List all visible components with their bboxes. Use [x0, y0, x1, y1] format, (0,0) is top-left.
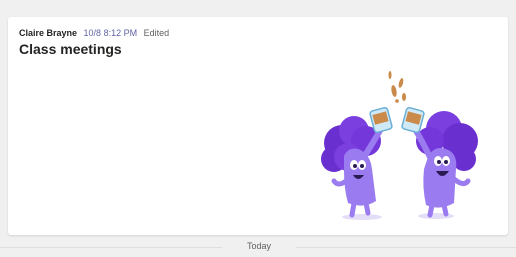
previous-message-strip: [0, 0, 516, 14]
message-title: Class meetings: [19, 41, 122, 57]
date-divider-label: Today: [246, 241, 272, 251]
message-card[interactable]: Claire Brayne 10/8 8:12 PM Edited Class …: [8, 17, 508, 235]
message-header: Claire Brayne 10/8 8:12 PM Edited: [19, 28, 169, 38]
splash-drops: [388, 71, 406, 103]
cheers-mugs: [369, 106, 425, 134]
divider-line-left: [0, 247, 222, 248]
divider-line-right: [296, 247, 516, 248]
left-shadow: [342, 214, 382, 220]
right-shadow: [418, 213, 454, 219]
edited-label: Edited: [143, 28, 170, 38]
message-author[interactable]: Claire Brayne: [19, 28, 77, 38]
date-divider: Today: [0, 240, 516, 257]
cheers-illustration: [321, 71, 478, 220]
message-timestamp[interactable]: 10/8 8:12 PM: [84, 28, 138, 38]
